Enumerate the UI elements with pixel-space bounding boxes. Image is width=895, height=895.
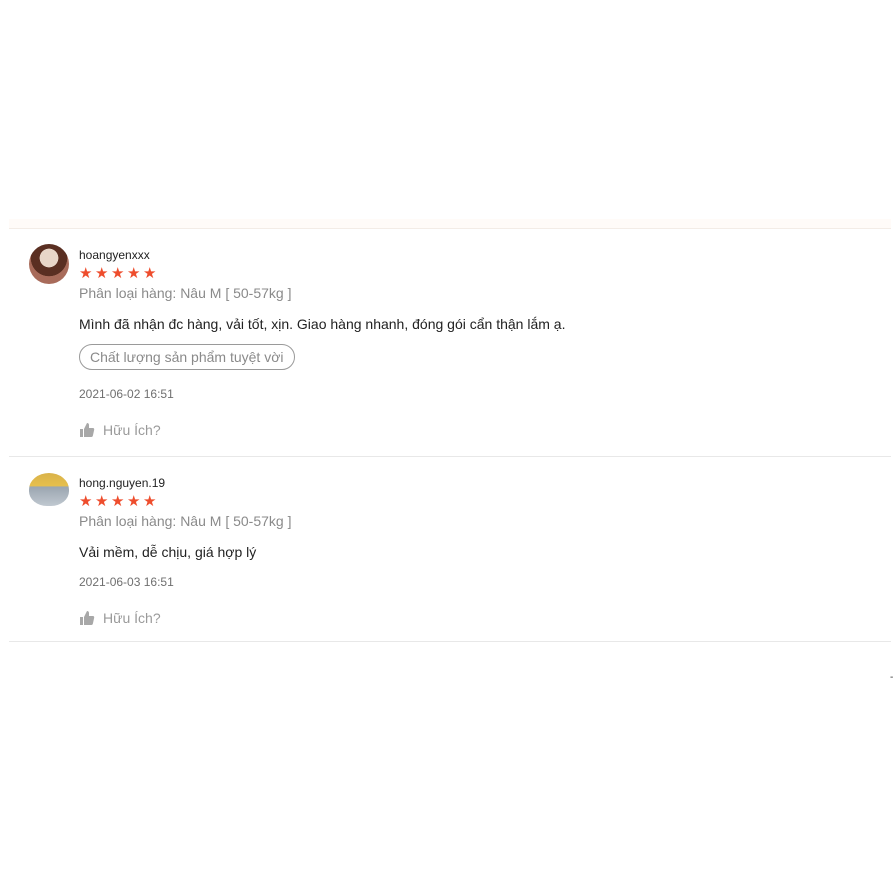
review-item: hong.nguyen.19 ★ ★ ★ ★ ★ Phân loại hàng:… [9,457,891,642]
review-comment: Vải mềm, dễ chịu, giá hợp lý [79,544,257,560]
review-username[interactable]: hoangyenxxx [79,247,869,263]
page-edge-mark: - [890,672,894,683]
thumbs-up-icon [79,610,95,626]
avatar[interactable] [29,244,69,284]
thumbs-up-icon [79,422,95,438]
review-list-top-band [9,219,891,229]
review-variant: Phân loại hàng: Nâu M [ 50-57kg ] [79,513,292,529]
star-icon: ★ [127,265,141,282]
helpful-label: Hữu Ích? [103,610,161,626]
star-icon: ★ [95,265,109,282]
star-icon: ★ [79,493,93,510]
review-time: 2021-06-03 16:51 [79,575,174,589]
review-variant: Phân loại hàng: Nâu M [ 50-57kg ] [79,285,292,301]
helpful-button[interactable]: Hữu Ích? [79,421,869,439]
star-icon: ★ [143,493,157,510]
star-icon: ★ [111,493,125,510]
helpful-label: Hữu Ích? [103,422,161,438]
star-icon: ★ [127,493,141,510]
star-icon: ★ [79,265,93,282]
rating-stars: ★ ★ ★ ★ ★ [79,494,869,510]
review-comment: Mình đã nhận đc hàng, vải tốt, xịn. Giao… [79,316,566,332]
rating-stars: ★ ★ ★ ★ ★ [79,266,869,282]
avatar[interactable] [29,473,69,506]
review-username[interactable]: hong.nguyen.19 [79,475,869,491]
review-content: hoangyenxxx ★ ★ ★ ★ ★ Phân loại hàng: Nâ… [79,247,869,439]
review-page: hoangyenxxx ★ ★ ★ ★ ★ Phân loại hàng: Nâ… [0,0,895,895]
review-content: hong.nguyen.19 ★ ★ ★ ★ ★ Phân loại hàng:… [79,475,869,627]
review-item: hoangyenxxx ★ ★ ★ ★ ★ Phân loại hàng: Nâ… [9,229,891,457]
star-icon: ★ [111,265,125,282]
review-time: 2021-06-02 16:51 [79,387,174,401]
star-icon: ★ [143,265,157,282]
helpful-button[interactable]: Hữu Ích? [79,609,869,627]
review-tag: Chất lượng sản phẩm tuyệt vời [79,344,295,370]
star-icon: ★ [95,493,109,510]
